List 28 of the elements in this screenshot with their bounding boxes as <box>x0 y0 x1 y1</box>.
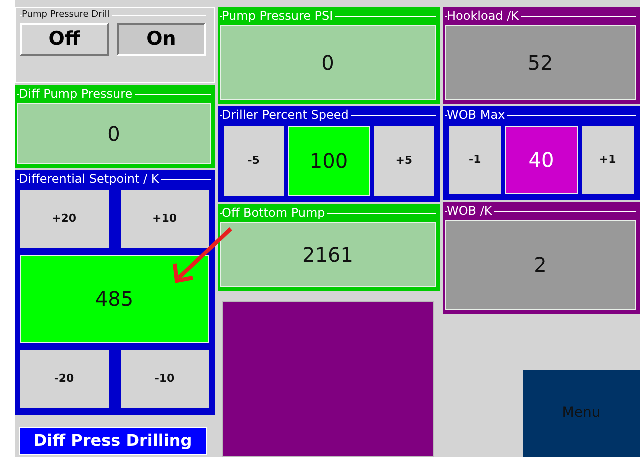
step-button[interactable]: +20 <box>20 190 108 248</box>
panel-title: WOB Max <box>447 108 506 122</box>
step-button[interactable]: +5 <box>374 126 434 196</box>
panel-title: Off Bottom Pump <box>222 206 326 220</box>
panel-title: Diff Pump Pressure <box>19 87 133 101</box>
step-button[interactable]: -1 <box>449 126 502 194</box>
step-button[interactable]: -20 <box>20 350 108 408</box>
step-button[interactable]: -10 <box>120 350 209 408</box>
step-button[interactable]: +10 <box>120 190 209 248</box>
mode-label: Diff Press Drilling <box>19 427 207 455</box>
value-display: 40 <box>505 126 578 194</box>
panel-title: Differential Setpoint / K <box>19 172 160 186</box>
toggle-button[interactable]: On <box>117 23 206 56</box>
setpoint-display: 485 <box>20 255 209 343</box>
panel-title: Pump Pressure PSI <box>222 9 334 23</box>
panel-title: Hookload /K <box>447 9 520 23</box>
panel-title: Driller Percent Speed <box>222 108 349 122</box>
panel-title: WOB /K <box>447 204 492 218</box>
value-display: 2161 <box>220 222 436 287</box>
step-button[interactable]: +1 <box>582 126 634 194</box>
value-display: 52 <box>445 25 636 100</box>
value-display: 2 <box>445 220 636 310</box>
value-display: 100 <box>288 126 370 196</box>
step-button[interactable]: -5 <box>224 126 284 196</box>
panel-title: Pump Pressure Drill <box>22 10 110 21</box>
value-display: 0 <box>17 103 211 164</box>
value-display: 0 <box>220 25 436 100</box>
toggle-button[interactable]: Off <box>20 23 109 56</box>
